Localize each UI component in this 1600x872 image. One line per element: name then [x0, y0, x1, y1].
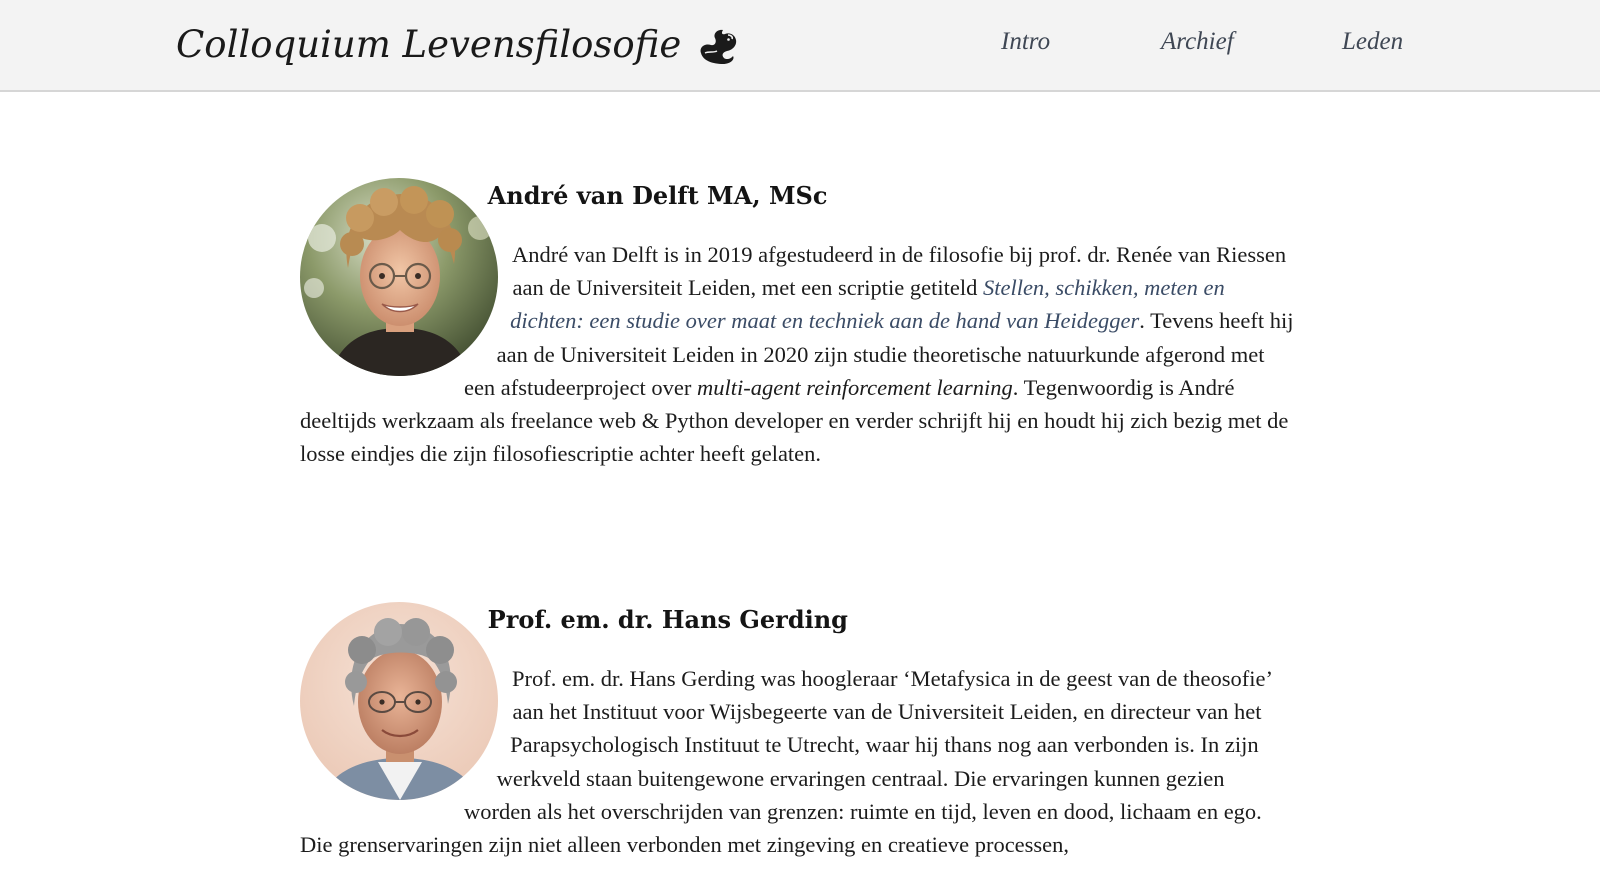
member-entry: Prof. em. dr. Hans Gerding Prof. em. dr.… [300, 602, 1294, 861]
nav-link-leden[interactable]: Leden [1342, 28, 1403, 56]
member-photo [300, 178, 498, 376]
nav-link-intro[interactable]: Intro [1001, 28, 1050, 56]
member-bio-emphasis: multi-agent reinforcement learning [696, 374, 1013, 400]
site-header: Colloquium Levensfilosofie Intro Archief… [0, 0, 1600, 92]
member-entry: André van Delft MA, MSc André van Delft … [300, 178, 1294, 470]
member-photo [300, 602, 498, 800]
nav-link-archief[interactable]: Archief [1161, 28, 1234, 56]
main-nav: Intro Archief Leden [0, 28, 1600, 62]
